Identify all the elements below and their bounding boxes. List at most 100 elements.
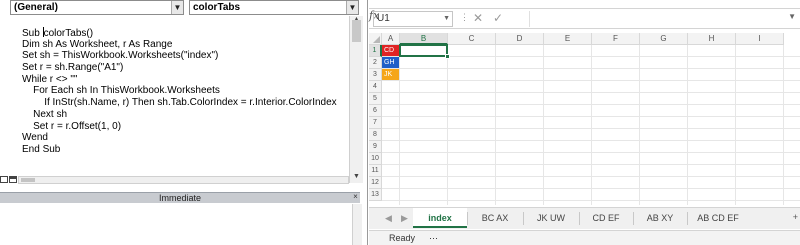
row-header-10[interactable]: 10 [369,153,382,165]
code-line[interactable]: Dim sh As Worksheet, r As Range [22,39,337,51]
code-horizontal-scrollbar[interactable] [18,176,349,184]
cell-a3[interactable]: JK [382,69,399,80]
code-token: Wend [22,132,48,144]
sheet-tab[interactable]: JK UW [523,208,579,228]
gridline [543,45,544,205]
code-token: If InStr(sh.Name, r) Then sh.Tab.ColorIn… [22,97,337,109]
active-cell-outline[interactable] [399,44,448,57]
column-header-g[interactable]: G [640,33,688,45]
code-window[interactable]: Sub colorTabs() Dim sh As Worksheet, r As… [10,16,348,181]
immediate-scrollbar[interactable] [352,204,362,245]
row-header-8[interactable]: 8 [369,129,382,141]
code-line[interactable]: Wend [22,132,337,144]
name-box[interactable]: U1 ▼ [373,11,453,27]
row-header-3[interactable]: 3 [369,69,382,81]
column-header-h[interactable]: H [688,33,736,45]
gridline [382,176,800,177]
column-header-c[interactable]: C [448,33,496,45]
fill-handle[interactable] [445,54,450,59]
code-token: Set r = sh.Range("A1") [22,62,124,74]
code-line[interactable]: While r <> "" [22,74,337,86]
column-header-a[interactable]: A [382,33,400,45]
drag-handle-icon[interactable]: ⋮ [460,12,470,23]
sheet-tab-label: JK UW [537,213,565,223]
scroll-down-icon[interactable]: ▼ [350,173,363,183]
procedure-view-button[interactable] [0,176,8,183]
object-dropdown-value: (General) [14,2,58,13]
chevron-down-icon[interactable]: ▼ [443,12,450,26]
row-header-11[interactable]: 11 [369,165,382,177]
chevron-down-icon[interactable]: ▼ [346,1,358,14]
code-line[interactable]: Set sh = ThisWorkbook.Worksheets("index"… [22,50,337,62]
scroll-thumb[interactable] [21,178,35,182]
vba-editor: (General) ▼ colorTabs ▼ Sub colorTabs() D… [0,0,368,245]
row-header-7[interactable]: 7 [369,117,382,129]
code-token: Set r = r.Offset(1, 0) [22,120,122,132]
row-header-12[interactable]: 12 [369,177,382,189]
sheet-tab[interactable]: AB CD EF [687,208,749,228]
code-line[interactable]: End Sub [22,144,337,156]
chevron-left-icon[interactable]: ◀ [385,213,392,224]
gridline [687,45,688,205]
code-token: Set sh = ThisWorkbook.Worksheets("index"… [22,50,219,62]
sheet-tab-label: BC AX [481,213,509,223]
cell-a2[interactable]: GH [382,57,399,68]
more-icon[interactable]: ⋯ [429,233,438,244]
row-header-4[interactable]: 4 [369,81,382,93]
column-header-d[interactable]: D [496,33,544,45]
column-header-f[interactable]: F [592,33,640,45]
immediate-window-title: Immediate [0,192,360,203]
row-header-13[interactable]: 13 [369,189,382,201]
check-icon[interactable]: ✓ [493,11,503,25]
sheet-tab[interactable]: index [413,208,467,228]
select-all-button[interactable] [369,33,382,45]
code-line[interactable]: Sub colorTabs() [22,27,337,39]
sheet-tab[interactable]: AB XY [633,208,687,228]
code-line[interactable]: Set r = sh.Range("A1") [22,62,337,74]
worksheet-grid[interactable]: A B C D E F G H I 1 2 3 4 5 6 7 8 9 10 11 12 13 CD GH JK [369,33,800,205]
gridline [382,116,800,117]
status-bar: Ready ⋯ [369,230,800,245]
add-sheet-button[interactable]: + [793,212,798,222]
column-header-e[interactable]: E [544,33,592,45]
immediate-window[interactable] [0,204,352,245]
cell-a1[interactable]: CD [382,45,399,56]
procedure-dropdown[interactable]: colorTabs ▼ [189,0,359,15]
row-header-2[interactable]: 2 [369,57,382,69]
sheet-tab[interactable]: CD EF [579,208,633,228]
gridline [447,45,448,205]
gridline [382,164,800,165]
scroll-thumb[interactable] [352,20,361,42]
row-header-1[interactable]: 1 [369,45,382,57]
gridline [495,45,496,205]
gridline [639,45,640,205]
chevron-down-icon[interactable]: ▼ [171,1,183,14]
close-icon[interactable]: × [351,192,360,202]
code-line[interactable]: Next sh [22,109,337,121]
sheet-tab[interactable]: BC AX [467,208,523,228]
cancel-icon[interactable]: ✕ [473,11,483,25]
code-line[interactable]: Set r = r.Offset(1, 0) [22,121,337,133]
full-module-view-button[interactable] [9,176,17,183]
code-token: End Sub [22,143,61,155]
code-vertical-scrollbar[interactable]: ▲ ▼ [349,16,363,183]
gridline [382,92,800,93]
gridline [382,104,800,105]
object-dropdown[interactable]: (General) ▼ [10,0,184,15]
sheet-tab-label: CD EF [592,213,620,223]
column-header-i[interactable]: I [736,33,784,45]
sheet-tab-label: index [428,213,452,223]
sheet-tab-label: AB CD EF [697,213,739,223]
row-header-5[interactable]: 5 [369,93,382,105]
row-header-9[interactable]: 9 [369,141,382,153]
code-line[interactable]: If InStr(sh.Name, r) Then sh.Tab.ColorIn… [22,97,337,109]
row-header-6[interactable]: 6 [369,105,382,117]
gridline [382,200,800,201]
code-text[interactable]: Sub colorTabs() Dim sh As Worksheet, r As… [22,27,337,156]
chevron-right-icon[interactable]: ▶ [401,213,408,224]
formula-input[interactable] [529,11,795,27]
chevron-down-icon[interactable]: ▼ [788,12,796,21]
code-token: Dim sh As Worksheet, r As Range [22,38,173,50]
gridline [591,45,592,205]
code-line[interactable]: For Each sh In ThisWorkbook.Worksheets [22,85,337,97]
